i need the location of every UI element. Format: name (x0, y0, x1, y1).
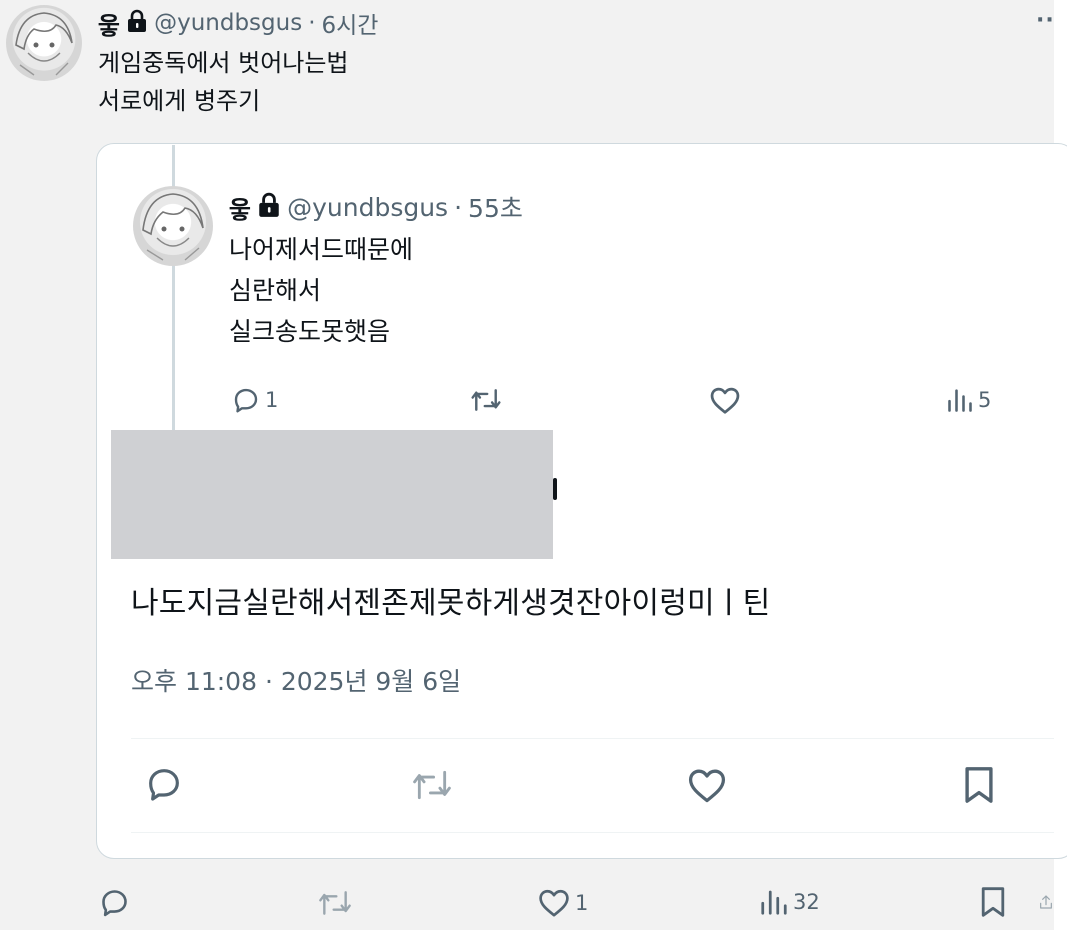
repost-button[interactable] (316, 887, 358, 919)
repost-icon (471, 389, 501, 411)
lock-icon (257, 192, 281, 222)
reply-header: 웋 @yundbsgus · 55초 (229, 189, 523, 225)
reply-count: 1 (265, 388, 279, 412)
views-icon (948, 389, 972, 412)
like-button[interactable]: 1 (537, 887, 588, 918)
tweet-line: 심란해서 (229, 276, 322, 305)
heart-icon (688, 769, 726, 803)
reply-text: 나어제서드때문에 심란해서 실크송도못햇음 (229, 229, 413, 352)
redaction-edge (553, 478, 557, 500)
quoted-timestamp[interactable]: 오후 11:08 · 2025년 9월 6일 (131, 662, 461, 698)
bookmark-icon (965, 767, 993, 803)
views-button[interactable]: 5 (946, 387, 991, 413)
user-handle[interactable]: @yundbsgus (154, 10, 302, 36)
separator-dot: · (308, 10, 316, 36)
separator-dot: · (454, 192, 463, 222)
heart-icon (710, 387, 740, 414)
redacted-image (111, 430, 553, 559)
reply-icon (234, 388, 258, 413)
views-icon (761, 890, 787, 915)
bookmark-button[interactable] (962, 764, 996, 806)
divider (131, 832, 1054, 833)
reply-button[interactable]: 1 (231, 385, 278, 415)
heart-icon (539, 889, 569, 917)
repost-icon (413, 770, 451, 800)
divider (131, 738, 1054, 739)
like-button[interactable] (708, 385, 742, 415)
views-count: 5 (978, 388, 992, 412)
reply-icon (102, 890, 127, 917)
repost-button[interactable] (469, 385, 503, 415)
bookmark-icon (981, 887, 1005, 917)
reply-icon (149, 769, 179, 801)
views-count: 32 (793, 890, 820, 914)
bookmark-button[interactable] (979, 885, 1007, 919)
lock-icon (126, 9, 148, 37)
tweet-line: 서로에게 병주기 (98, 87, 261, 115)
repost-icon (319, 891, 351, 915)
outer-tweet-header: 웋 @yundbsgus · 6시간 (98, 6, 378, 40)
post-time[interactable]: 6시간 (322, 6, 379, 40)
tweet-line: 실크송도못햇음 (229, 317, 391, 346)
user-handle[interactable]: @yundbsgus (287, 193, 448, 222)
display-name[interactable]: 웋 (229, 190, 251, 225)
tweet-line: 나어제서드때문에 (229, 235, 414, 264)
repost-button[interactable] (409, 766, 455, 804)
reply-button[interactable] (144, 764, 184, 804)
more-options-icon[interactable]: ·· (1036, 8, 1055, 33)
views-button[interactable]: 32 (759, 888, 820, 916)
avatar[interactable] (133, 186, 213, 266)
reply-button[interactable] (98, 886, 135, 919)
tweet-line: 게임중독에서 벗어나는법 (98, 49, 349, 77)
like-button[interactable] (686, 766, 728, 804)
quoted-main-text: 나도지금실란해서젠존제못하게생겻잔아이렁미ㅣ틴 (131, 586, 771, 621)
share-button[interactable] (1038, 885, 1054, 919)
avatar[interactable] (6, 5, 82, 81)
share-icon (1040, 895, 1052, 909)
outer-tweet-text: 게임중독에서 벗어나는법 서로에게 병주기 (98, 44, 349, 120)
display-name[interactable]: 웋 (98, 6, 120, 41)
like-count: 1 (575, 890, 589, 915)
post-time[interactable]: 55초 (468, 189, 523, 225)
